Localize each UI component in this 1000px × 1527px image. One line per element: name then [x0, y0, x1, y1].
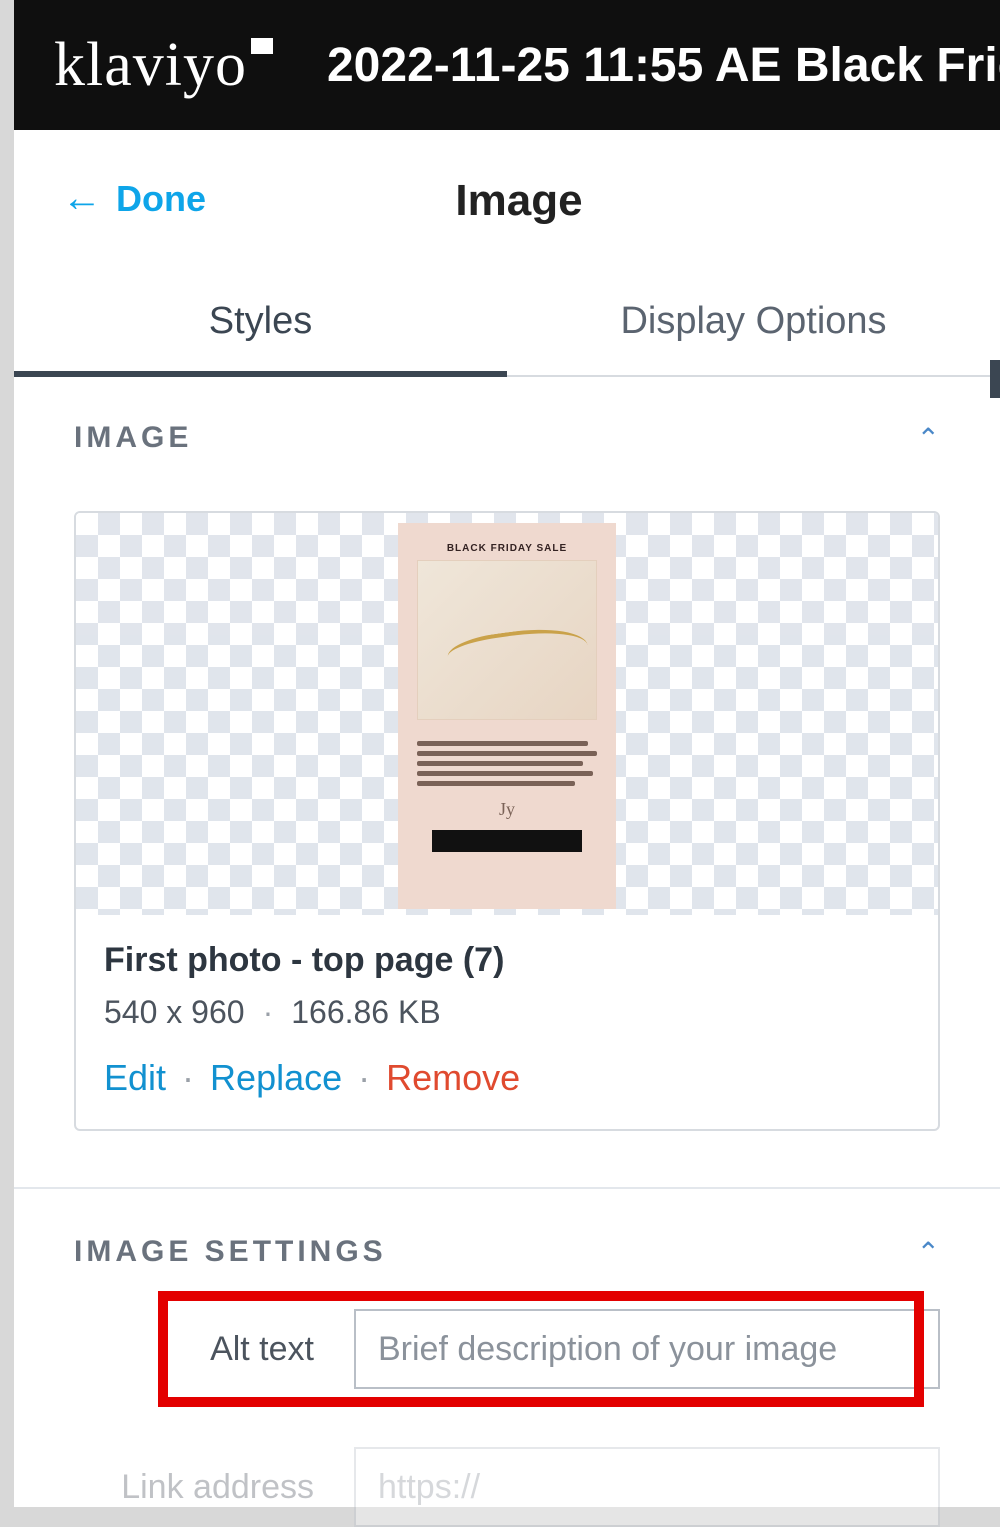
scrollbar-thumb[interactable] [990, 360, 1000, 398]
alt-text-input[interactable] [354, 1309, 940, 1389]
image-meta: First photo - top page (7) 540 x 960 · 1… [76, 915, 938, 1129]
campaign-title: 2022-11-25 11:55 AE Black Fric [327, 38, 1000, 93]
replace-image-link[interactable]: Replace [210, 1057, 342, 1099]
image-settings-header[interactable]: IMAGE SETTINGS ⌃ [74, 1235, 940, 1269]
meta-separator: · [263, 994, 274, 1031]
action-separator: · [182, 1057, 194, 1099]
thumb-headline: BLACK FRIDAY SALE [447, 543, 567, 554]
image-section: IMAGE ⌃ BLACK FRIDAY SALE Jy First photo… [14, 377, 1000, 1131]
alt-text-label: Alt text [74, 1330, 314, 1369]
chevron-up-icon: ⌃ [917, 422, 940, 455]
thumb-photo [417, 560, 597, 720]
logo-flag-icon [251, 38, 273, 54]
alt-text-row: Alt text [74, 1309, 940, 1389]
tab-styles[interactable]: Styles [14, 276, 507, 377]
image-preview[interactable]: BLACK FRIDAY SALE Jy [76, 513, 938, 915]
edit-image-link[interactable]: Edit [104, 1057, 166, 1099]
image-file-name: First photo - top page (7) [104, 941, 910, 980]
logo-text: klaviyo [54, 31, 247, 99]
image-settings-title: IMAGE SETTINGS [74, 1235, 387, 1269]
image-section-header[interactable]: IMAGE ⌃ [74, 421, 940, 455]
top-bar: klaviyo 2022-11-25 11:55 AE Black Fric [14, 0, 1000, 130]
image-settings-section: IMAGE SETTINGS ⌃ Alt text Link address [14, 1189, 1000, 1527]
tab-display-options[interactable]: Display Options [507, 276, 1000, 375]
panel-title: Image [86, 176, 952, 226]
image-thumbnail: BLACK FRIDAY SALE Jy [398, 523, 616, 909]
chevron-up-icon: ⌃ [917, 1236, 940, 1269]
klaviyo-logo: klaviyo [54, 30, 247, 101]
link-address-label: Link address [74, 1468, 314, 1507]
image-file-size: 166.86 KB [291, 994, 440, 1031]
thumb-cta-button [432, 830, 582, 852]
image-card: BLACK FRIDAY SALE Jy First photo - top p… [74, 511, 940, 1131]
tabs: Styles Display Options [14, 276, 1000, 377]
remove-image-link[interactable]: Remove [386, 1057, 520, 1099]
thumb-signature: Jy [499, 799, 515, 820]
image-section-title: IMAGE [74, 421, 192, 455]
action-separator: · [358, 1057, 370, 1099]
thumb-paragraph [417, 736, 597, 791]
image-dimensions: 540 x 960 [104, 994, 245, 1031]
link-address-input[interactable] [354, 1447, 940, 1527]
link-address-row: Link address [74, 1423, 940, 1527]
panel-header: ← Done Image [14, 130, 1000, 236]
